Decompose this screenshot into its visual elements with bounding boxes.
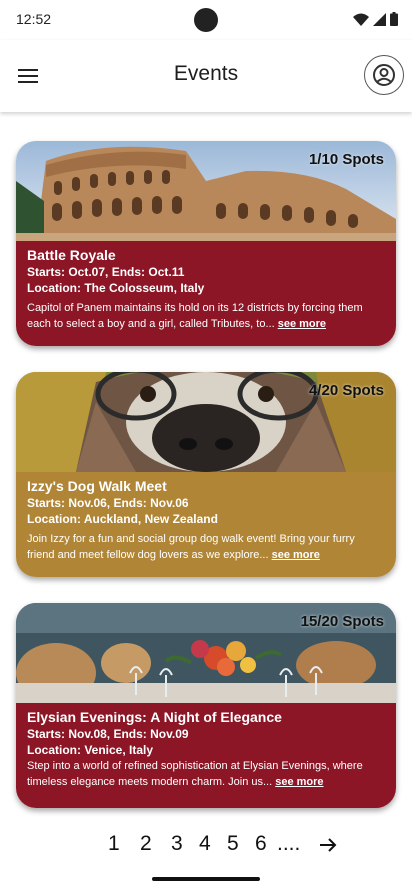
profile-button[interactable] (364, 55, 404, 95)
pagination-ellipsis: .... (277, 832, 301, 855)
page-1-link[interactable]: 1 (108, 832, 120, 856)
wifi-icon (353, 13, 369, 26)
event-card-body: Battle Royale Starts: Oct.07, Ends: Oct.… (16, 241, 396, 346)
event-card[interactable]: 4/20 Spots Izzy's Dog Walk Meet Starts: … (16, 372, 396, 577)
event-description: Step into a world of refined sophisticat… (27, 760, 363, 788)
app-bar: Events (0, 40, 412, 112)
event-title: Izzy's Dog Walk Meet (27, 478, 167, 494)
event-location: Location: The Colosseum, Italy (27, 281, 205, 295)
event-card[interactable]: 1/10 Spots Battle Royale Starts: Oct.07,… (16, 141, 396, 346)
status-icons (353, 12, 398, 26)
page-5-link[interactable]: 5 (227, 832, 239, 856)
battery-icon (390, 12, 398, 26)
home-indicator (152, 877, 260, 881)
event-description: Join Izzy for a fun and social group dog… (27, 533, 355, 561)
spots-badge: 15/20 Spots (300, 613, 384, 630)
status-time: 12:52 (16, 11, 52, 27)
pagination: 1 2 3 4 5 6 .... (0, 828, 412, 860)
spots-badge: 1/10 Spots (308, 151, 384, 168)
see-more-link[interactable]: see more (278, 318, 326, 330)
page-2-link[interactable]: 2 (140, 832, 152, 856)
event-location: Location: Auckland, New Zealand (27, 512, 218, 526)
event-dates: Starts: Oct.07, Ends: Oct.11 (27, 265, 185, 279)
event-card[interactable]: 15/20 Spots Elysian Evenings: A Night of… (16, 603, 396, 808)
spots-badge: 4/20 Spots (308, 382, 384, 399)
event-card-body: Elysian Evenings: A Night of Elegance St… (16, 703, 396, 808)
status-bar: 12:52 (0, 0, 412, 40)
event-title: Battle Royale (27, 247, 116, 263)
arrow-right-icon[interactable] (318, 835, 338, 855)
event-location: Location: Venice, Italy (27, 743, 154, 757)
event-description: Capitol of Panem maintains its hold on i… (27, 302, 363, 330)
event-dates: Starts: Nov.06, Ends: Nov.06 (27, 496, 189, 510)
event-title: Elysian Evenings: A Night of Elegance (27, 709, 282, 725)
camera-cutout (194, 8, 218, 32)
signal-icon (373, 12, 386, 26)
page-title: Events (173, 62, 239, 85)
page-6-link[interactable]: 6 (255, 832, 267, 856)
event-card-body: Izzy's Dog Walk Meet Starts: Nov.06, End… (16, 472, 396, 577)
page-3-link[interactable]: 3 (171, 832, 183, 856)
account-circle-icon (373, 64, 395, 86)
see-more-link[interactable]: see more (275, 776, 323, 788)
see-more-link[interactable]: see more (272, 549, 320, 561)
event-dates: Starts: Nov.08, Ends: Nov.09 (27, 727, 189, 741)
page-4-link[interactable]: 4 (199, 832, 211, 856)
